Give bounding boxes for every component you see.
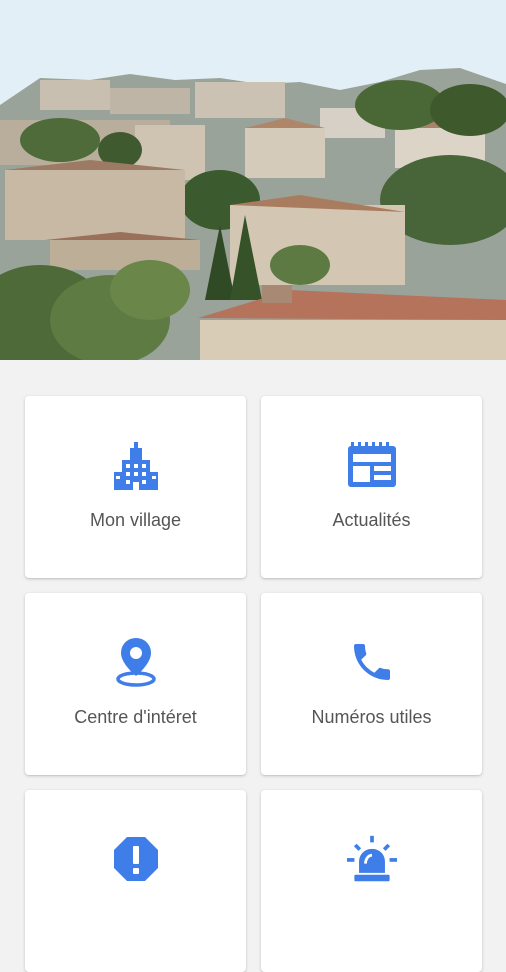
hero-village-photo <box>0 0 506 360</box>
tile-numeros-utiles[interactable]: Numéros utiles <box>261 593 482 775</box>
location-pin-icon <box>111 637 161 687</box>
tile-centre-interet[interactable]: Centre d'intéret <box>25 593 246 775</box>
alert-octagon-icon <box>111 834 161 884</box>
tile-actualites[interactable]: Actualités <box>261 396 482 578</box>
tile-label: Mon village <box>89 510 182 530</box>
tile-label: Actualités <box>332 510 411 530</box>
village-photo-illustration <box>0 0 506 360</box>
tile-urgence[interactable] <box>261 790 482 972</box>
tile-label: Centre d'intéret <box>74 707 197 727</box>
phone-icon <box>347 637 397 687</box>
city-buildings-icon <box>111 440 161 490</box>
newspaper-icon <box>347 440 397 490</box>
siren-icon <box>346 834 397 884</box>
tile-label: Numéros utiles <box>311 707 432 727</box>
tile-alerte[interactable] <box>25 790 246 972</box>
tile-mon-village[interactable]: Mon village <box>25 396 246 578</box>
